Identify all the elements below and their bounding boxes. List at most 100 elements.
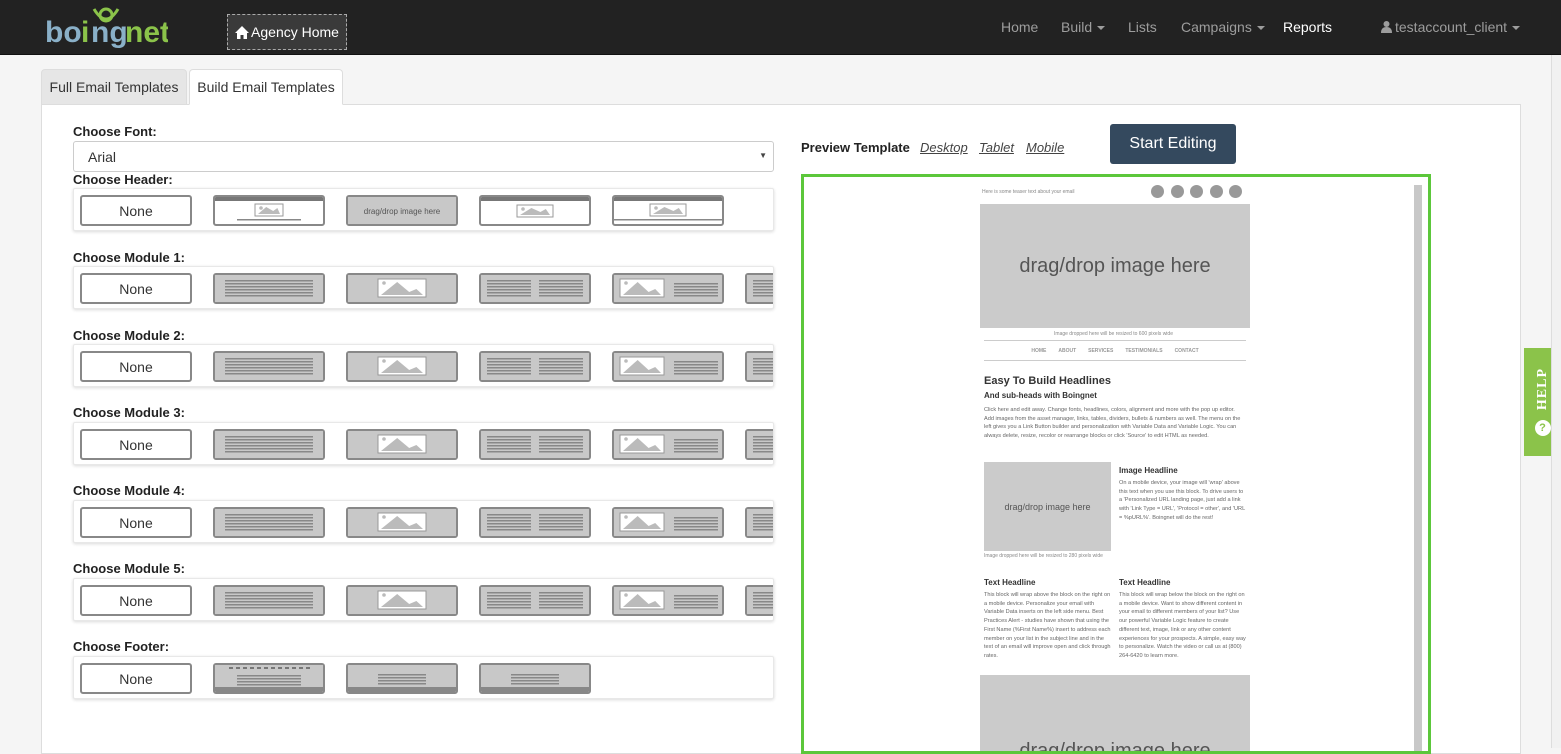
layout-thumbnail-icon	[614, 509, 722, 536]
preview-template-label: Preview Template	[801, 140, 910, 155]
home-icon	[235, 25, 250, 39]
layout-thumbnail-icon	[348, 275, 456, 302]
module-4-layout-option-3[interactable]	[479, 507, 591, 538]
linkedin-icon	[1190, 185, 1203, 198]
tab-build-email-templates[interactable]: Build Email Templates	[189, 69, 343, 105]
header-layout-option-3[interactable]	[479, 195, 591, 226]
choose-header-label: Choose Header:	[73, 172, 173, 187]
footer-none-option[interactable]: None	[80, 663, 192, 694]
module-3-layout-option-1[interactable]	[213, 429, 325, 460]
tab-full-email-templates[interactable]: Full Email Templates	[41, 69, 187, 105]
preview-scrollbar[interactable]	[1414, 185, 1422, 751]
module-1-layout-option-4[interactable]	[612, 273, 724, 304]
module-1-layout-option-1[interactable]	[213, 273, 325, 304]
choose-module-1-label: Choose Module 1:	[73, 250, 185, 265]
module-5-layout-option-4[interactable]	[612, 585, 724, 616]
module-3-layout-option-2[interactable]	[346, 429, 458, 460]
tab-label: Full Email Templates	[49, 79, 179, 95]
layout-thumbnail-icon	[747, 353, 773, 380]
hero-image-dropzone[interactable]: drag/drop image here	[980, 204, 1250, 328]
nav-campaigns[interactable]: Campaigns	[1181, 19, 1265, 35]
layout-thumbnail-icon	[348, 665, 456, 692]
nav-home[interactable]: Home	[1001, 19, 1038, 35]
layout-thumbnail-icon	[614, 275, 722, 302]
layout-thumbnail-icon	[215, 197, 323, 221]
svg-text:net: net	[125, 16, 168, 49]
email-nav-item: HOME	[1031, 347, 1047, 354]
nav-lists[interactable]: Lists	[1128, 19, 1157, 35]
layout-thumbnail-icon	[348, 353, 456, 380]
layout-thumbnail-icon	[747, 275, 773, 302]
layout-thumbnail-icon	[481, 275, 589, 302]
module-2-layout-option-5[interactable]	[745, 351, 773, 382]
tab-label: Build Email Templates	[197, 79, 335, 95]
preview-mobile-link[interactable]: Mobile	[1026, 140, 1064, 155]
image-dropzone[interactable]: drag/drop image here	[984, 462, 1111, 551]
module-1-layout-option-2[interactable]	[346, 273, 458, 304]
module-4-none-option[interactable]: None	[80, 507, 192, 538]
module-3-layout-option-5[interactable]	[745, 429, 773, 460]
user-menu[interactable]: testaccount_client	[1381, 19, 1521, 35]
svg-text:drag/drop image here: drag/drop image here	[364, 207, 441, 216]
image-headline: Image Headline	[1119, 466, 1178, 475]
select-arrow-icon: ▼	[759, 151, 767, 160]
module-5-layout-option-1[interactable]	[213, 585, 325, 616]
module-5-layout-option-3[interactable]	[479, 585, 591, 616]
header-layout-option-1[interactable]	[213, 195, 325, 226]
image-caption: Image dropped here will be resized to 28…	[984, 553, 1103, 559]
module-5-options-row: None	[73, 578, 774, 621]
question-icon: ?	[1534, 420, 1551, 437]
module-3-layout-option-3[interactable]	[479, 429, 591, 460]
second-image-dropzone[interactable]: drag/drop image here	[980, 675, 1250, 751]
choose-module-2-label: Choose Module 2:	[73, 328, 185, 343]
layout-thumbnail-icon	[614, 353, 722, 380]
module-1-layout-option-3[interactable]	[479, 273, 591, 304]
module-2-layout-option-2[interactable]	[346, 351, 458, 382]
footer-layout-option-3[interactable]	[479, 663, 591, 694]
text-block-right: This block will wrap below the block on …	[1119, 592, 1246, 659]
module-4-layout-option-5[interactable]	[745, 507, 773, 538]
module-2-layout-option-1[interactable]	[213, 351, 325, 382]
header-none-option[interactable]: None	[80, 195, 192, 226]
module-3-options-row: None	[73, 422, 774, 465]
caret-down-icon	[1256, 26, 1265, 31]
module-1-layout-option-5[interactable]	[745, 273, 773, 304]
page-scrollbar[interactable]	[1551, 55, 1561, 748]
module-2-layout-option-3[interactable]	[479, 351, 591, 382]
preview-tablet-link[interactable]: Tablet	[979, 140, 1014, 155]
layout-thumbnail-icon	[215, 665, 323, 692]
footer-layout-option-1[interactable]	[213, 663, 325, 694]
start-editing-button[interactable]: Start Editing	[1110, 124, 1236, 164]
module-2-layout-option-4[interactable]	[612, 351, 724, 382]
module-4-layout-option-4[interactable]	[612, 507, 724, 538]
module-1-none-option[interactable]: None	[80, 273, 192, 304]
module-4-layout-option-1[interactable]	[213, 507, 325, 538]
email-intro-text: Click here and edit away. Change fonts, …	[984, 407, 1241, 440]
header-layout-option-4[interactable]	[612, 195, 724, 226]
module-5-layout-option-2[interactable]	[346, 585, 458, 616]
preview-desktop-link[interactable]: Desktop	[920, 140, 968, 155]
module-3-layout-option-4[interactable]	[612, 429, 724, 460]
boingnet-logo[interactable]: bo i ng net	[44, 5, 168, 50]
header-layout-option-2[interactable]: drag/drop image here	[346, 195, 458, 226]
layout-thumbnail-icon	[481, 431, 589, 458]
layout-thumbnail-icon: drag/drop image here	[348, 197, 456, 224]
module-5-none-option[interactable]: None	[80, 585, 192, 616]
module-2-none-option[interactable]: None	[80, 351, 192, 382]
layout-thumbnail-icon	[481, 197, 589, 218]
agency-home-label: Agency Home	[251, 24, 339, 40]
nav-reports[interactable]: Reports	[1283, 19, 1332, 35]
font-select[interactable]: Arial ▼	[73, 141, 774, 172]
text-block-left: This block will wrap above the block on …	[984, 592, 1111, 659]
footer-layout-option-2[interactable]	[346, 663, 458, 694]
help-label: HELP	[1534, 367, 1550, 411]
layout-thumbnail-icon	[215, 509, 323, 536]
module-4-layout-option-2[interactable]	[346, 507, 458, 538]
nav-build[interactable]: Build	[1061, 19, 1106, 35]
module-5-layout-option-5[interactable]	[745, 585, 773, 616]
email-preview-frame: Here is some teaser text about your emai…	[801, 174, 1431, 754]
choose-font-label: Choose Font:	[73, 124, 157, 139]
font-select-value: Arial	[88, 149, 117, 165]
agency-home-button[interactable]: Agency Home	[227, 14, 347, 50]
module-3-none-option[interactable]: None	[80, 429, 192, 460]
